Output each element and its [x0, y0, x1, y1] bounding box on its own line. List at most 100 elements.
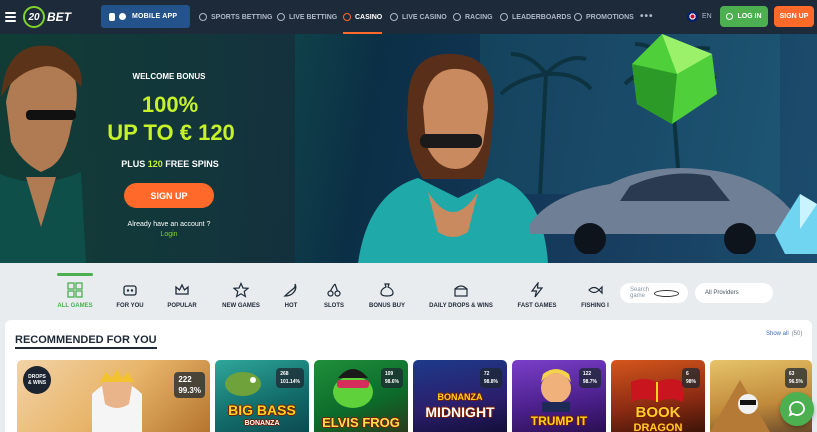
logo[interactable]: 20 BET — [23, 5, 71, 29]
category-popular[interactable]: POPULAR — [166, 275, 198, 315]
language-selector[interactable]: EN — [687, 11, 712, 22]
nav-label: SPORTS BETTING — [211, 13, 273, 21]
nav-label: LIVE CASINO — [402, 13, 447, 21]
category-hot[interactable]: HOT — [282, 275, 300, 315]
drops-wins-badge: DROPS & WINS — [23, 366, 51, 394]
nav-label: LEADERBOARDS — [512, 13, 572, 21]
bonus-amount: UP TO € 120 — [107, 120, 235, 145]
category-label: ALL GAMES — [57, 303, 93, 309]
category-daily-drops[interactable]: DAILY DROPS & WINS — [428, 275, 494, 315]
chili-icon — [283, 283, 297, 297]
search-placeholder: Search game — [630, 287, 650, 299]
category-fast-games[interactable]: FAST GAMES — [516, 275, 558, 315]
apple-icon — [109, 12, 115, 21]
game-tile-elvis-frog[interactable]: 109 98.6% ELVIS FROG — [314, 360, 408, 432]
nav-leaderboards[interactable]: LEADERBOARDS — [500, 0, 571, 34]
providers-dropdown[interactable]: All Providers — [695, 283, 773, 303]
signup-button[interactable]: SIGN UP — [774, 6, 814, 27]
game-name: ELVIS FROG — [322, 415, 400, 430]
gift-icon — [574, 13, 582, 21]
hero-login-link[interactable]: Login — [150, 231, 188, 238]
casino-chip-icon — [343, 13, 351, 21]
recommended-section: RECOMMENDED FOR YOU Show all (50) DROPS & … — [5, 320, 812, 432]
nav-live-betting[interactable]: LIVE BETTING — [277, 0, 337, 34]
treasure-icon — [454, 285, 468, 297]
nav-label: LIVE BETTING — [289, 13, 338, 21]
category-label: FAST GAMES — [517, 303, 557, 309]
game-stats: 268 101.14% — [276, 368, 304, 388]
game-stats: 109 98.6% — [380, 368, 403, 388]
players-count: 222 — [178, 375, 192, 384]
free-spins-text: PLUS 120 FREE SPINS — [110, 159, 230, 169]
live-icon — [277, 13, 285, 21]
game-name: BIG BASS — [228, 402, 296, 418]
logo-number: 20 — [23, 6, 45, 28]
category-label: BONUS BUY — [368, 303, 405, 309]
category-slots[interactable]: SLOTS — [322, 275, 346, 315]
rtp-value: 101.14% — [280, 379, 300, 385]
all-games-icon — [67, 282, 83, 298]
players-count: 6 — [685, 371, 689, 377]
nav-casino[interactable]: CASINO — [343, 0, 383, 34]
nav-promotions[interactable]: PROMOTIONS — [574, 0, 634, 34]
category-new-games[interactable]: NEW GAMES — [220, 275, 262, 315]
for-you-icon — [123, 285, 137, 296]
spins-prefix: PLUS — [121, 159, 148, 169]
category-bonus-buy[interactable]: BONUS BUY — [368, 275, 406, 315]
game-tile-big-bass[interactable]: 268 101.14% BIG BASS BONANZA — [215, 360, 309, 432]
mobile-app-label: MOBILE APP — [132, 13, 178, 20]
rtp-value: 98.8% — [483, 379, 498, 385]
players-count: 122 — [582, 371, 592, 377]
login-label: LOG IN — [737, 13, 762, 20]
chat-button[interactable] — [780, 392, 814, 426]
show-all-link[interactable]: Show all (50) — [766, 331, 802, 337]
category-bar: ALL GAMES FOR YOU POPULAR NEW GAMES HOT … — [0, 263, 817, 320]
hero-signup-button[interactable]: SIGN UP — [124, 183, 214, 208]
language-label: EN — [702, 13, 712, 20]
nav-racing[interactable]: RACING — [453, 0, 493, 34]
trophy-icon — [500, 13, 508, 21]
login-button[interactable]: LOG IN — [720, 6, 768, 27]
category-all-games[interactable]: ALL GAMES — [57, 273, 93, 315]
game-stats: 6 98% — [681, 368, 700, 388]
game-tile-book-dragon[interactable]: 6 98% BOOK DRAGON — [611, 360, 705, 432]
top-navigation: 20 BET MOBILE APP SPORTS BETTING LIVE BE… — [0, 0, 817, 34]
game-stats: 122 98.7% — [578, 368, 601, 388]
character-illustration — [541, 369, 571, 412]
search-game-input[interactable]: Search game — [620, 283, 688, 303]
game-tile-trump-it[interactable]: 122 98.7% TRUMP IT — [512, 360, 606, 432]
rtp-value: 98% — [685, 379, 696, 385]
pyramid-illustration — [710, 380, 770, 432]
category-label: FISHING I — [581, 303, 609, 309]
category-label: FOR YOU — [116, 303, 144, 309]
mobile-app-button[interactable]: MOBILE APP — [101, 5, 190, 28]
category-label: POPULAR — [167, 303, 197, 309]
user-icon — [726, 13, 734, 20]
blue-gem-illustration — [775, 194, 817, 254]
game-subname: BONANZA — [244, 420, 280, 427]
spins-count: 120 — [147, 159, 163, 169]
rtp-value: 99.3% — [178, 386, 201, 395]
more-menu-icon[interactable]: ••• — [640, 11, 654, 22]
game-tile-bonanza-midnight[interactable]: 72 98.8% BONANZA MIDNIGHT — [413, 360, 507, 432]
man-illustration — [0, 45, 86, 263]
game-tile-zeus[interactable]: DROPS & WINS 222 99.3% — [17, 360, 210, 432]
crown-icon — [175, 283, 189, 295]
menu-icon[interactable] — [5, 12, 16, 22]
show-all-count: (50) — [791, 331, 803, 337]
nav-live-casino[interactable]: LIVE CASINO — [390, 0, 447, 34]
cherries-icon — [327, 283, 341, 297]
players-count: 109 — [384, 371, 394, 377]
badge-line2: & WINS — [27, 380, 47, 386]
category-for-you[interactable]: FOR YOU — [115, 275, 145, 315]
logo-text: BET — [47, 10, 71, 24]
star-icon — [233, 282, 249, 298]
fish-icon — [588, 285, 603, 295]
category-fishing[interactable]: FISHING I — [580, 275, 610, 315]
players-count: 63 — [788, 371, 795, 377]
spins-suffix: FREE SPINS — [162, 159, 219, 169]
frog-illustration — [333, 369, 373, 408]
search-icon[interactable] — [653, 289, 679, 297]
rtp-value: 98.6% — [384, 379, 399, 385]
nav-sports-betting[interactable]: SPORTS BETTING — [199, 0, 272, 34]
